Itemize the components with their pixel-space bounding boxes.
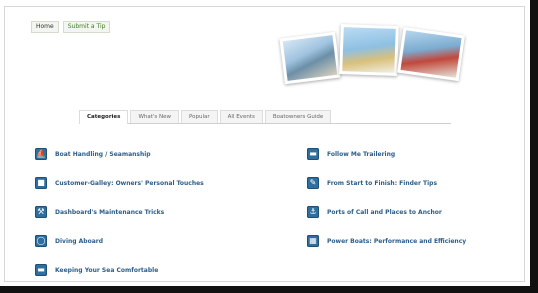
power-icon: ▦ <box>307 235 319 247</box>
category-item[interactable]: ▬ Follow Me Trailering <box>307 147 466 161</box>
category-item[interactable]: ⚒ Dashboard's Maintenance Tricks <box>35 205 204 219</box>
tab-whats-new[interactable]: What's New <box>130 110 180 123</box>
category-label[interactable]: Diving Aboard <box>55 238 103 245</box>
boat-photo-3 <box>397 26 465 82</box>
category-label[interactable]: Customer-Galley: Owners' Personal Touche… <box>55 180 204 187</box>
boat-icon: ⛵ <box>35 148 47 160</box>
category-list-left: ⛵ Boat Handling / Seamanship ■ Customer-… <box>35 147 204 292</box>
boat-photo-collage <box>276 21 466 87</box>
tab-all-events[interactable]: All Events <box>219 110 263 123</box>
tab-boatowners-guide[interactable]: Boatowners Guide <box>264 110 332 123</box>
comfort-icon: ▬ <box>35 264 47 276</box>
category-label[interactable]: Boat Handling / Seamanship <box>55 151 151 158</box>
category-item[interactable]: ⛵ Boat Handling / Seamanship <box>35 147 204 161</box>
top-navigation: Home Submit a Tip <box>31 21 111 33</box>
category-label[interactable]: Dashboard's Maintenance Tricks <box>55 209 164 216</box>
tab-categories[interactable]: Categories <box>79 110 129 124</box>
tab-bar: Categories What's New Popular All Events… <box>79 107 451 124</box>
finder-icon: ✎ <box>307 177 319 189</box>
submit-tip-link[interactable]: Submit a Tip <box>62 21 111 33</box>
category-item[interactable]: ▦ Power Boats: Performance and Efficienc… <box>307 234 466 248</box>
category-label[interactable]: Power Boats: Performance and Efficiency <box>327 238 466 245</box>
wrench-icon: ⚒ <box>35 206 47 218</box>
trailer-icon: ▬ <box>307 148 319 160</box>
boat-photo-2 <box>339 24 399 76</box>
category-item[interactable]: ✎ From Start to Finish: Finder Tips <box>307 176 466 190</box>
tips-page: Home Submit a Tip Categories What's New … <box>4 6 525 282</box>
category-label[interactable]: Follow Me Trailering <box>327 151 395 158</box>
category-item[interactable]: ⚓ Ports of Call and Places to Anchor <box>307 205 466 219</box>
home-link[interactable]: Home <box>31 21 59 33</box>
boat-photo-1 <box>279 31 341 85</box>
category-label[interactable]: Keeping Your Sea Comfortable <box>55 267 158 274</box>
anchor-icon: ⚓ <box>307 206 319 218</box>
dive-icon: ◯ <box>35 235 47 247</box>
category-item[interactable]: ◯ Diving Aboard <box>35 234 204 248</box>
category-item[interactable]: ▬ Keeping Your Sea Comfortable <box>35 263 204 277</box>
category-item[interactable]: ■ Customer-Galley: Owners' Personal Touc… <box>35 176 204 190</box>
tab-popular[interactable]: Popular <box>181 110 218 123</box>
category-label[interactable]: Ports of Call and Places to Anchor <box>327 209 442 216</box>
galley-icon: ■ <box>35 177 47 189</box>
category-list-right: ▬ Follow Me Trailering ✎ From Start to F… <box>307 147 466 263</box>
category-label[interactable]: From Start to Finish: Finder Tips <box>327 180 437 187</box>
